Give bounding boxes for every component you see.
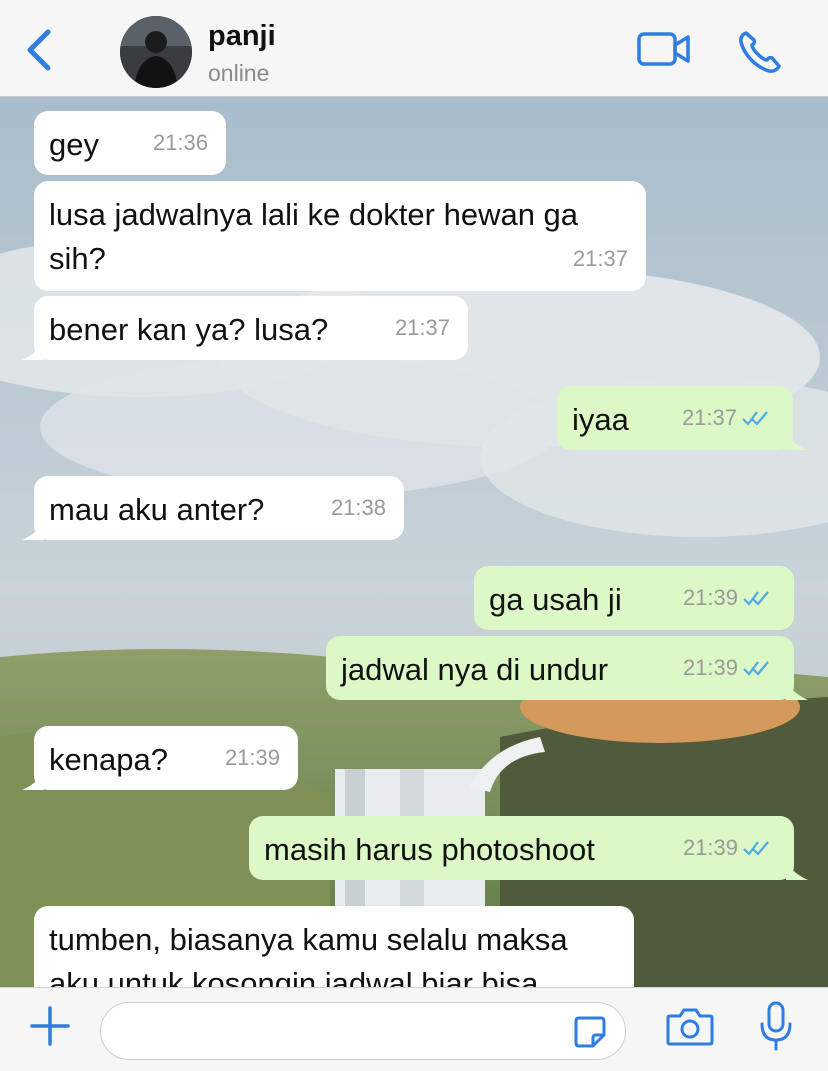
read-receipt-icon bbox=[742, 411, 768, 426]
bubble-tail bbox=[786, 862, 808, 880]
bubble-tail bbox=[22, 772, 44, 790]
message-bubble-outgoing[interactable]: masih harus photoshoot 21:39 bbox=[249, 816, 808, 880]
message-bubble-outgoing[interactable]: iyaa 21:37 bbox=[557, 386, 807, 450]
message-text: bener kan ya? lusa? bbox=[49, 312, 329, 347]
message-text: mau aku anter? bbox=[49, 492, 265, 527]
back-chevron-icon[interactable] bbox=[18, 24, 58, 76]
message-list: gey 21:36 lusa jadwalnya lali ke dokter … bbox=[0, 97, 828, 987]
message-bubble-incoming[interactable]: bener kan ya? lusa? 21:37 bbox=[22, 296, 468, 360]
message-text: kenapa? bbox=[49, 742, 168, 777]
message-text: lusa jadwalnya lali ke dokter hewan ga s… bbox=[49, 197, 579, 276]
chat-area[interactable]: gey 21:36 lusa jadwalnya lali ke dokter … bbox=[0, 97, 828, 987]
chat-header: panji online bbox=[0, 0, 828, 97]
message-text: masih harus photoshoot bbox=[264, 832, 595, 867]
message-bubble-outgoing[interactable]: jadwal nya di undur 21:39 bbox=[326, 636, 808, 700]
plus-icon[interactable] bbox=[28, 1004, 72, 1048]
message-time: 21:39 bbox=[682, 585, 738, 610]
message-text: ga usah ji bbox=[489, 582, 622, 617]
bubble-tail bbox=[22, 342, 44, 360]
message-time: 21:39 bbox=[682, 835, 738, 860]
phone-icon[interactable] bbox=[736, 28, 784, 76]
sticker-icon[interactable] bbox=[573, 1015, 607, 1049]
contact-avatar[interactable] bbox=[120, 16, 192, 88]
message-time: 21:36 bbox=[152, 130, 208, 155]
microphone-icon[interactable] bbox=[758, 1000, 794, 1052]
message-field[interactable] bbox=[100, 1002, 626, 1060]
message-bubble-incoming[interactable]: tumben, biasanya kamu selalu maksa aku u… bbox=[34, 906, 634, 987]
message-bubble-incoming[interactable]: mau aku anter? 21:38 bbox=[22, 476, 404, 540]
bubble-tail bbox=[22, 522, 44, 540]
message-bubble-incoming[interactable]: gey 21:36 bbox=[34, 111, 226, 175]
contact-status: online bbox=[208, 60, 270, 86]
read-receipt-icon bbox=[743, 661, 769, 676]
message-bubble-incoming[interactable]: lusa jadwalnya lali ke dokter hewan ga s… bbox=[34, 181, 646, 291]
message-text: jadwal nya di undur bbox=[341, 652, 609, 687]
message-time: 21:37 bbox=[681, 405, 737, 430]
message-bubble-outgoing[interactable]: ga usah ji 21:39 bbox=[474, 566, 794, 630]
message-text: tumben, biasanya kamu selalu maksa aku u… bbox=[49, 922, 568, 987]
message-bubble-incoming[interactable]: kenapa? 21:39 bbox=[22, 726, 298, 790]
video-call-icon[interactable] bbox=[636, 28, 692, 72]
message-time: 21:37 bbox=[572, 246, 628, 271]
message-text: iyaa bbox=[572, 402, 629, 437]
contact-name[interactable]: panji bbox=[208, 20, 276, 53]
message-time: 21:37 bbox=[394, 315, 450, 340]
message-time: 21:38 bbox=[330, 495, 386, 520]
message-time: 21:39 bbox=[682, 655, 738, 680]
message-input-bar bbox=[0, 987, 828, 1071]
camera-icon[interactable] bbox=[666, 1006, 714, 1046]
bubble-tail bbox=[785, 432, 807, 450]
message-time: 21:39 bbox=[224, 745, 280, 770]
read-receipt-icon bbox=[743, 841, 769, 856]
bubble-tail bbox=[786, 682, 808, 700]
message-text: gey bbox=[49, 127, 99, 162]
read-receipt-icon bbox=[743, 591, 769, 606]
message-input[interactable] bbox=[119, 1011, 563, 1053]
